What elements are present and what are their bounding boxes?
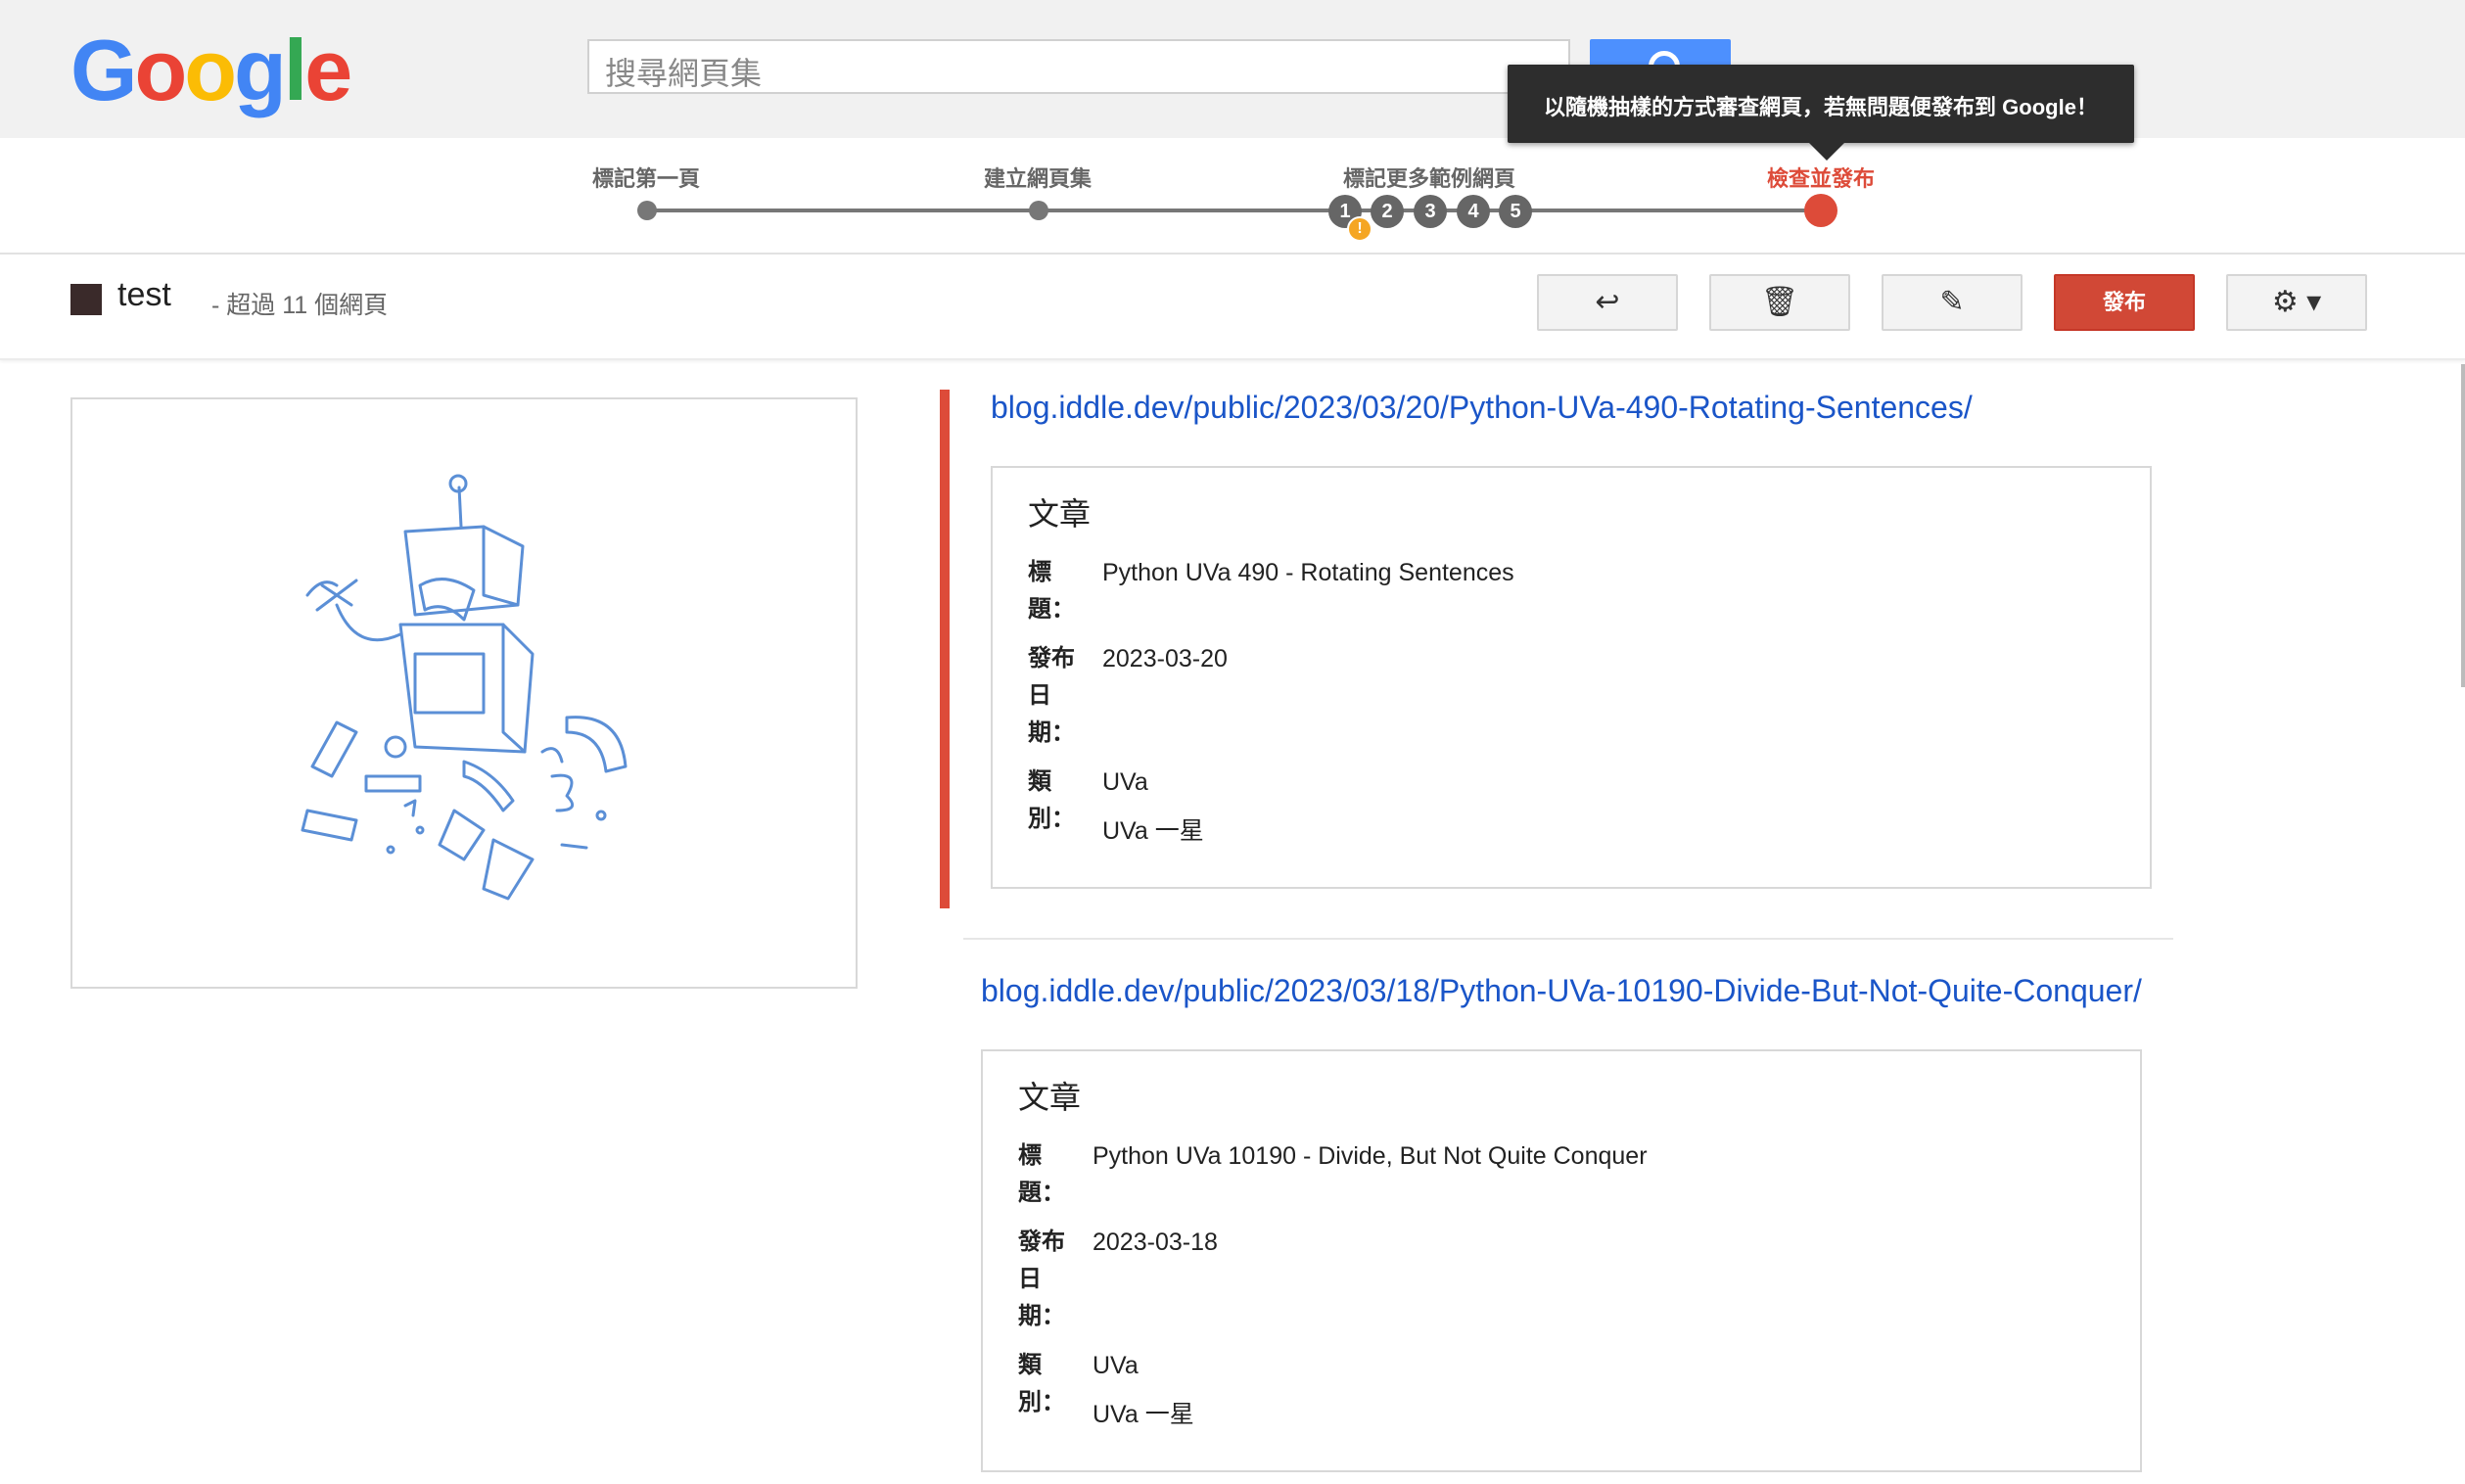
card-title: 文章 bbox=[1028, 496, 1092, 532]
result-item[interactable]: blog.iddle.dev/public/2023/03/18/Python-… bbox=[940, 973, 2173, 1484]
broken-robot-illustration bbox=[301, 474, 628, 901]
field-label-date: 發布日期： bbox=[1018, 1229, 1065, 1329]
settings-button[interactable]: ⚙ ▾ bbox=[2226, 274, 2367, 331]
trash-icon: 🗑 bbox=[1760, 286, 1799, 318]
field-label-category: 類別： bbox=[1028, 768, 1075, 832]
collection-toolbar: test - 超過 11 個網頁 ↩ 🗑 ✎ 發布 ⚙ ▾ bbox=[0, 253, 2465, 360]
edit-button[interactable]: ✎ bbox=[1882, 274, 2023, 331]
back-button[interactable]: ↩ bbox=[1537, 274, 1678, 331]
avatar bbox=[70, 284, 102, 315]
step-number-3[interactable]: 3 bbox=[1414, 195, 1447, 228]
tooltip: 以隨機抽樣的方式審查網頁，若無問題便發布到 Google！ bbox=[1508, 65, 2134, 161]
gear-icon: ⚙ ▾ bbox=[2271, 286, 2322, 318]
step-label-4[interactable]: 檢查並發布 bbox=[1767, 162, 1875, 193]
structured-data-card: 文章 標題： Python UVa 10190 - Divide, But No… bbox=[981, 1049, 2142, 1472]
step-label-2[interactable]: 建立網頁集 bbox=[984, 162, 1092, 193]
step-dot-1[interactable] bbox=[637, 201, 657, 220]
search-input[interactable]: 搜尋網頁集 bbox=[587, 39, 1570, 94]
field-value-category: UVa 一星 bbox=[1102, 817, 1204, 845]
pencil-icon: ✎ bbox=[1939, 286, 1965, 318]
step-number-5[interactable]: 5 bbox=[1499, 195, 1532, 228]
progress-line bbox=[646, 209, 1821, 212]
progress-steps: 標記第一頁 建立網頁集 標記更多範例網頁 檢查並發布 1 2 3 4 5 ! bbox=[0, 138, 2465, 255]
result-item[interactable]: blog.iddle.dev/public/2023/03/20/Python-… bbox=[940, 390, 2183, 908]
field-value-date: 2023-03-18 bbox=[1093, 1229, 1218, 1256]
field-value-category: UVa bbox=[1093, 1352, 1139, 1379]
delete-button[interactable]: 🗑 bbox=[1709, 274, 1850, 331]
field-label-date: 發布日期： bbox=[1028, 645, 1075, 746]
google-logo[interactable]: Google bbox=[70, 22, 352, 119]
field-label-category: 類別： bbox=[1018, 1352, 1065, 1415]
step-dot-2[interactable] bbox=[1029, 201, 1048, 220]
page-preview bbox=[70, 397, 858, 989]
result-url[interactable]: blog.iddle.dev/public/2023/03/18/Python-… bbox=[981, 973, 2142, 1009]
field-label-title: 標題： bbox=[1018, 1142, 1065, 1206]
field-value-title: Python UVa 10190 - Divide, But Not Quite… bbox=[1093, 1142, 1648, 1170]
structured-data-card: 文章 標題： Python UVa 490 - Rotating Sentenc… bbox=[991, 466, 2152, 889]
step-number-2[interactable]: 2 bbox=[1371, 195, 1404, 228]
collection-subtitle: - 超過 11 個網頁 bbox=[211, 292, 389, 319]
field-value-title: Python UVa 490 - Rotating Sentences bbox=[1102, 559, 1514, 586]
step-label-3[interactable]: 標記更多範例網頁 bbox=[1343, 162, 1515, 193]
field-value-date: 2023-03-20 bbox=[1102, 645, 1228, 672]
step-dot-current[interactable] bbox=[1804, 194, 1837, 227]
field-value-category: UVa bbox=[1102, 768, 1148, 796]
field-value-category: UVa 一星 bbox=[1093, 1401, 1194, 1428]
field-label-title: 標題： bbox=[1028, 559, 1075, 623]
step-label-1[interactable]: 標記第一頁 bbox=[592, 162, 700, 193]
card-title: 文章 bbox=[1018, 1080, 1082, 1115]
result-url[interactable]: blog.iddle.dev/public/2023/03/20/Python-… bbox=[991, 390, 1973, 426]
warning-icon: ! bbox=[1347, 216, 1372, 242]
collection-title: test bbox=[117, 276, 171, 313]
publish-button[interactable]: 發布 bbox=[2054, 274, 2195, 331]
back-arrow-icon: ↩ bbox=[1595, 286, 1620, 318]
divider bbox=[963, 938, 2173, 940]
scrollbar[interactable] bbox=[2461, 364, 2465, 687]
step-number-4[interactable]: 4 bbox=[1457, 195, 1490, 228]
